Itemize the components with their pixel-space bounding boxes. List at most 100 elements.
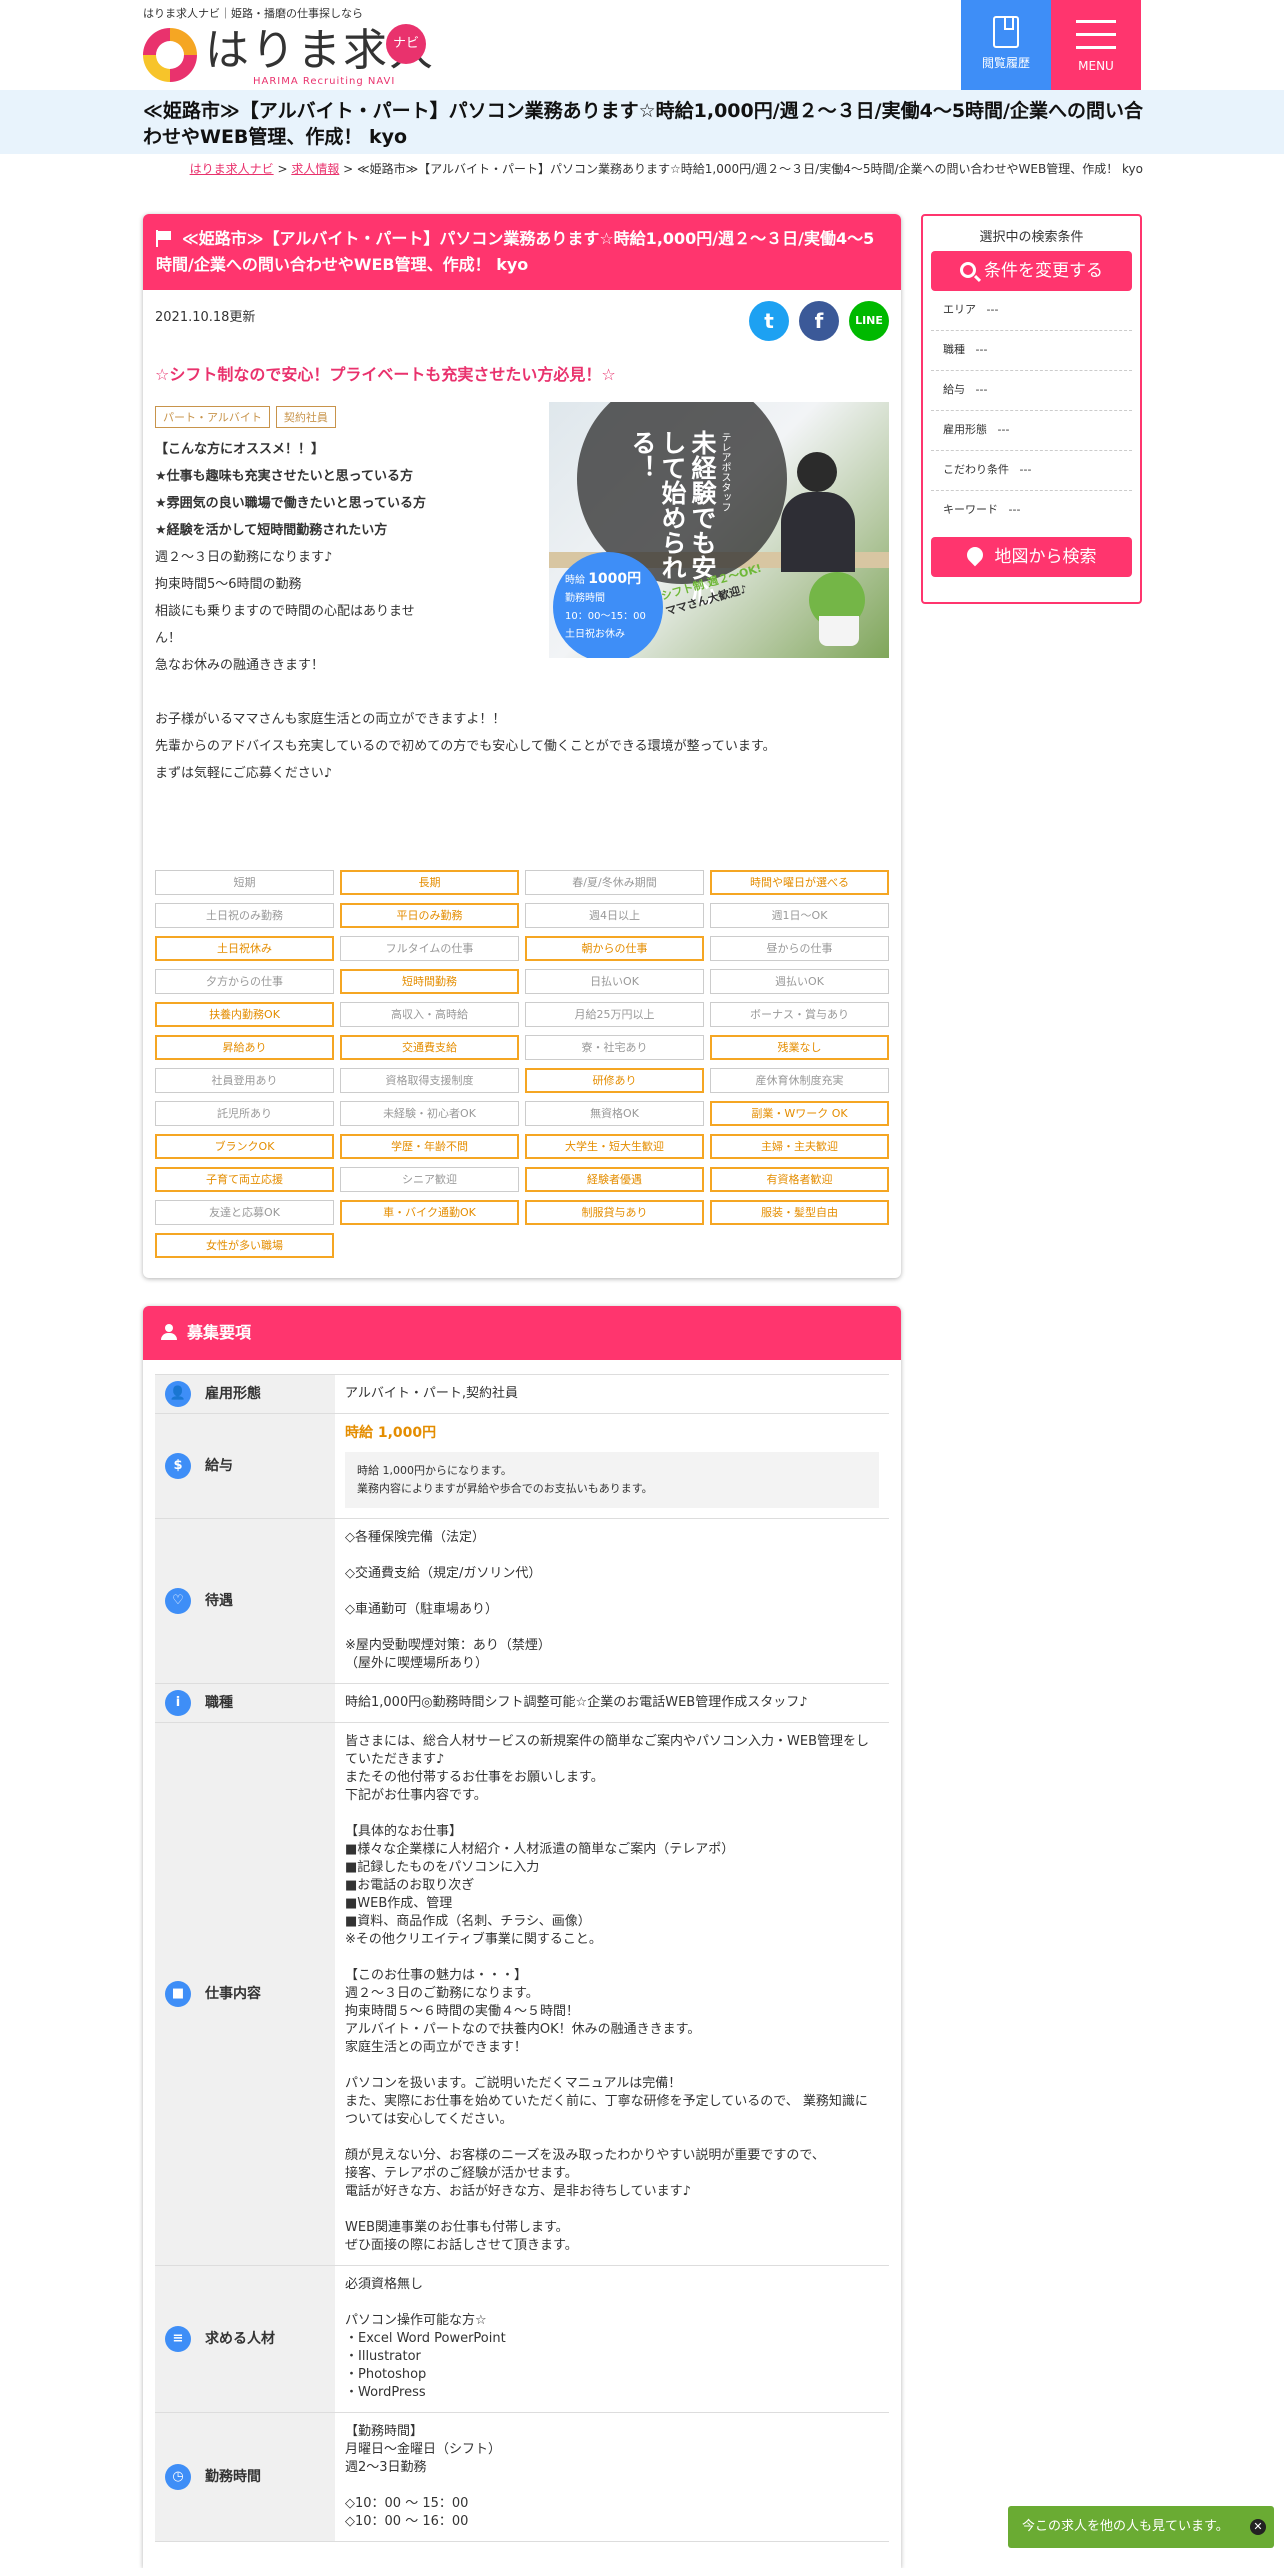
condition-row: エリア ---	[931, 291, 1132, 331]
feature-tag: 長期	[340, 870, 519, 895]
map-search-label: 地図から検索	[994, 547, 1097, 567]
condition-label: 雇用形態	[943, 423, 987, 436]
feature-tag: 主婦・主夫歓迎	[710, 1134, 889, 1159]
requirements-header: 募集要項	[143, 1306, 901, 1360]
feature-tag: 昼からの仕事	[710, 936, 889, 961]
condition-list: エリア --- 職種 --- 給与 --- 雇用形態 --- こだわり条件 --- キーワ…	[923, 291, 1140, 531]
viewers-notice[interactable]: 今この求人を他の人も見ています。 ✕	[1008, 2506, 1274, 2548]
description-line: 相談にも乗りますので時間の心配はありませ	[155, 604, 415, 619]
feature-tag: 服装・髪型自由	[710, 1200, 889, 1225]
requirement-row: ◷ 勤務時間 【勤務時間】 月曜日〜金曜日（シフト） 週2〜3日勤務 ◇10：00 …	[155, 2413, 889, 2542]
feature-tag: 無資格OK	[525, 1101, 704, 1126]
condition-value: ---	[986, 303, 999, 316]
description-line: お子様がいるママさんも家庭生活との両立ができますよ！！	[155, 712, 506, 727]
breadcrumb-current: ≪姫路市≫【アルバイト・パート】パソコン業務あります☆時給1,000円/週２〜３…	[357, 162, 1143, 176]
photo-wage-badge: 時給 1000円 勤務時間 10：00〜15：00 土日祝お休み	[553, 552, 663, 658]
photo-pot	[819, 616, 859, 646]
photo-holiday: 土日祝お休み	[565, 629, 625, 640]
feature-tag: 月給25万円以上	[525, 1002, 704, 1027]
feature-tag: 産休育休制度充実	[710, 1068, 889, 1093]
twitter-icon: t	[764, 309, 774, 333]
description-line: 拘束時間5〜6時間の勤務	[155, 577, 302, 592]
condition-row: こだわり条件 ---	[931, 451, 1132, 491]
person-icon	[161, 1324, 177, 1340]
feature-tag: 日払いOK	[525, 969, 704, 994]
breadcrumb-jobs-link[interactable]: 求人情報	[291, 162, 339, 176]
description-line: 週２〜３日の勤務になります♪	[155, 550, 333, 565]
map-pin-icon	[963, 543, 986, 567]
condition-spacer	[987, 423, 998, 436]
condition-spacer	[998, 503, 1009, 516]
twitter-share-button[interactable]: t	[749, 301, 789, 341]
condition-row: キーワード ---	[931, 491, 1132, 531]
feature-tag: 週払いOK	[710, 969, 889, 994]
site-header: はりま求人ナビ｜姫路・播磨の仕事探しなら はりま求人 ナビ HARIMA Rec…	[0, 0, 1284, 90]
hamburger-icon	[1076, 20, 1116, 49]
page-title: ≪姫路市≫【アルバイト・パート】パソコン業務あります☆時給1,000円/週２〜３…	[143, 100, 1143, 148]
photo-time-label: 勤務時間	[565, 593, 605, 604]
salary-note: 時給 1,000円からになります。 業務内容によりますが昇給や歩合でのお支払いも…	[345, 1452, 879, 1508]
requirement-label-wrap: ♡ 待遇	[165, 1588, 233, 1614]
requirement-row: ♡ 待遇 ◇各種保険完備（法定） ◇交通費支給（規定/ガソリン代） ◇車通勤可（駐車…	[155, 1519, 889, 1684]
requirement-label: 給与	[205, 1458, 233, 1474]
requirement-row: 👤 雇用形態 アルバイト・パート,契約社員	[155, 1375, 889, 1414]
feature-tag: 夕方からの仕事	[155, 969, 334, 994]
requirement-label: 待遇	[205, 1593, 233, 1609]
feature-tag: 朝からの仕事	[525, 936, 704, 961]
feature-tag: 平日のみ勤務	[340, 903, 519, 928]
job-description: 【こんな方にオススメ！！】 ★仕事も趣味も充実させたいと思っている方 ★雰囲気の良い…	[155, 436, 545, 679]
requirement-icon: i	[165, 1690, 191, 1716]
menu-label: MENU	[1078, 59, 1114, 73]
photo-time: 10：00〜15：00	[565, 611, 646, 622]
feature-tag: 時間や曜日が選べる	[710, 870, 889, 895]
condition-row: 職種 ---	[931, 331, 1132, 371]
logo-mark-icon	[143, 28, 197, 82]
condition-label: エリア	[943, 303, 976, 316]
requirement-content: 時給1,000円◎勤務時間シフト調整可能☆企業のお電話WEB管理作成スタッフ♪	[345, 1695, 808, 1710]
requirement-label-wrap: $ 給与	[165, 1453, 233, 1479]
feature-tag: 扶養内勤務OK	[155, 1002, 334, 1027]
condition-spacer	[976, 303, 987, 316]
map-search-button[interactable]: 地図から検索	[931, 537, 1132, 577]
requirement-label-cell: ◷ 勤務時間	[155, 2413, 335, 2541]
requirement-label: 求める人材	[205, 2331, 275, 2347]
history-label: 閲覧履歴	[981, 56, 1030, 70]
description-line: ★仕事も趣味も充実させたいと思っている方	[155, 469, 414, 484]
requirement-label: 雇用形態	[205, 1386, 261, 1402]
close-icon[interactable]: ✕	[1250, 2519, 1266, 2535]
history-button[interactable]: 閲覧履歴	[961, 0, 1051, 90]
facebook-share-button[interactable]: f	[799, 301, 839, 341]
requirement-label-wrap: 👤 雇用形態	[165, 1381, 261, 1407]
title-band: ≪姫路市≫【アルバイト・パート】パソコン業務あります☆時給1,000円/週２〜３…	[0, 90, 1284, 154]
job-photo: 未経験でも安心して始められる！ テレアポスタッフ 時給 1000円 勤務時間 1…	[549, 402, 889, 658]
requirement-label: 職種	[205, 1695, 233, 1711]
feature-tag: 昇給あり	[155, 1035, 334, 1060]
condition-row: 給与 ---	[931, 371, 1132, 411]
description-line: 急なお休みの融通ききます！	[155, 658, 325, 673]
requirement-icon: ■	[165, 1981, 191, 2007]
job-card: ≪姫路市≫【アルバイト・パート】パソコン業務あります☆時給1,000円/週２〜３…	[143, 214, 901, 1278]
feature-tag: 研修あり	[525, 1068, 704, 1093]
requirement-label-cell: ≡ 求める人材	[155, 2266, 335, 2412]
requirement-label-wrap: ■ 仕事内容	[165, 1981, 261, 2007]
breadcrumb-home-link[interactable]: はりま求人ナビ	[190, 162, 274, 176]
requirement-row: i 職種 時給1,000円◎勤務時間シフト調整可能☆企業のお電話WEB管理作成スタッ…	[155, 1684, 889, 1723]
requirement-content: 【勤務時間】 月曜日〜金曜日（シフト） 週2〜3日勤務 ◇10：00 〜 15：…	[345, 2424, 502, 2529]
job-catchphrase: ☆シフト制なので安心！プライベートも充実させたい方必見！☆	[155, 365, 616, 384]
job-title: ≪姫路市≫【アルバイト・パート】パソコン業務あります☆時給1,000円/週２〜３…	[156, 229, 875, 274]
requirement-label-cell: i 職種	[155, 1684, 335, 1722]
site-logo[interactable]: はりま求人 ナビ HARIMA Recruiting NAVI	[143, 24, 463, 87]
requirement-label-cell: $ 給与	[155, 1414, 335, 1518]
search-icon	[960, 262, 976, 278]
menu-button[interactable]: MENU	[1051, 0, 1141, 90]
employment-tag: 契約社員	[275, 406, 336, 428]
change-conditions-button[interactable]: 条件を変更する	[931, 251, 1132, 291]
requirements-section: 募集要項 👤 雇用形態 アルバイト・パート,契約社員 $ 給与 時給 1,000円 時給 1…	[143, 1306, 901, 2568]
feature-tag: 車・バイク通勤OK	[340, 1200, 519, 1225]
feature-tag: 資格取得支援制度	[340, 1068, 519, 1093]
feature-tag: 制服貸与あり	[525, 1200, 704, 1225]
logo-subtitle: HARIMA Recruiting NAVI	[253, 76, 396, 87]
requirement-row: ■ 仕事内容 皆さまには、総合人材サービスの新規案件の簡単なご案内やパソコン入力・W…	[155, 1723, 889, 2266]
line-share-button[interactable]: LINE	[849, 301, 889, 341]
feature-tag: 高収入・高時給	[340, 1002, 519, 1027]
